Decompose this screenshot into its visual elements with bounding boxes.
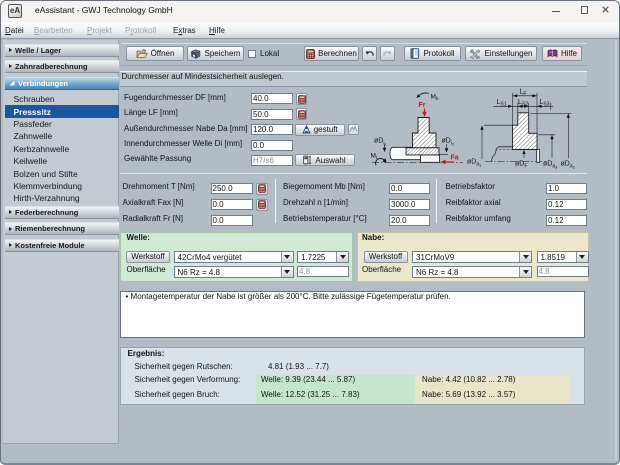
svg-text:Fr: Fr <box>419 102 426 109</box>
svg-text:øDa3: øDa3 <box>543 161 558 170</box>
svg-text:øDi1: øDi1 <box>374 138 387 147</box>
svg-text:Mt: Mt <box>371 153 378 161</box>
svg-text:øDa2: øDa2 <box>561 161 576 170</box>
svg-text:øDa1: øDa1 <box>467 159 482 168</box>
svg-text:øDi2: øDi2 <box>442 138 455 147</box>
svg-text:Fa: Fa <box>451 154 459 161</box>
svg-text:Mb: Mb <box>431 94 439 102</box>
